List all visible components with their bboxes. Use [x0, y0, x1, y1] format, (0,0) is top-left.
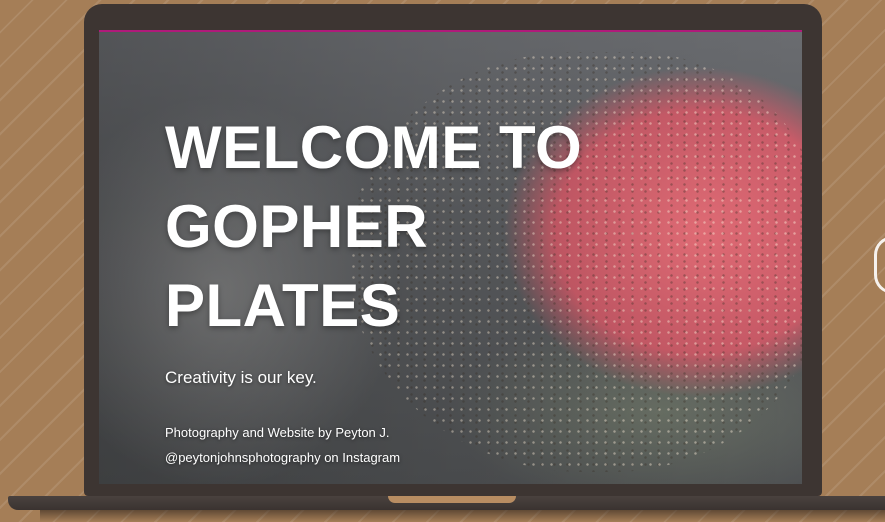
hero-title-line: PLATES: [165, 272, 401, 339]
tagline: Creativity is our key.: [165, 368, 317, 387]
hero-title-line: WELCOME TO: [165, 114, 583, 181]
page-background: { "hero": { "title_lines": ["WELCOME TO"…: [0, 0, 885, 522]
laptop-notch: [388, 496, 516, 503]
laptop-shadow: [40, 510, 885, 522]
hero-title: WELCOME TO GOPHER PLATES: [165, 108, 582, 345]
photo-credit: Photography and Website by Peyton J.: [165, 425, 390, 440]
hero-title-line: GOPHER: [165, 193, 429, 260]
decorative-shape: [874, 236, 885, 294]
instagram-handle[interactable]: @peytonjohnsphotography on Instagram: [165, 450, 400, 465]
hero-content: WELCOME TO GOPHER PLATES: [165, 108, 582, 345]
